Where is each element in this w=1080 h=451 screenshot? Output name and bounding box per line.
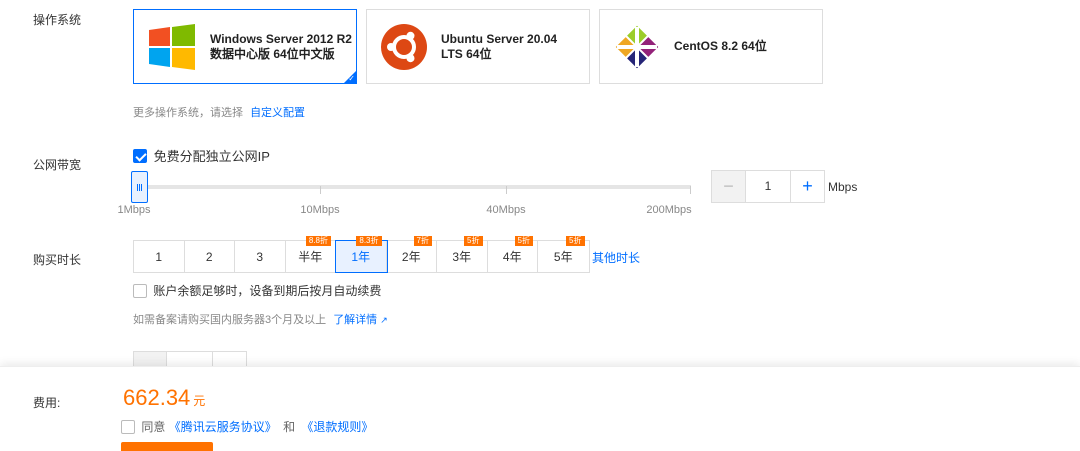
- os-name: Ubuntu Server 20.04 LTS 64位: [441, 31, 558, 61]
- public-ip-label: 免费分配独立公网IP: [153, 149, 270, 164]
- os-name: Windows Server 2012 R2 数据中心版 64位中文版: [210, 31, 352, 61]
- windows-icon: [148, 23, 196, 70]
- duration-label: 购买时长: [33, 253, 82, 267]
- grip-icon: [137, 184, 142, 191]
- bandwidth-stepper: − 1 +: [711, 170, 825, 203]
- fee-label: 费用:: [33, 396, 61, 410]
- agreement-row: 同意 《腾讯云服务协议》 和 《退款规则》: [121, 418, 373, 435]
- service-agreement-link[interactable]: 《腾讯云服务协议》: [169, 420, 277, 434]
- slider-tick: [506, 186, 507, 194]
- slider-tick-label: 1Mbps: [117, 204, 151, 216]
- duration-option-label: 半年: [298, 250, 323, 264]
- auto-renew-checkbox[interactable]: [133, 283, 147, 298]
- os-hint-text: 更多操作系统，请选择: [133, 107, 243, 119]
- discount-badge: 8.8折: [305, 236, 331, 246]
- learn-more-label: 了解详情: [333, 314, 378, 326]
- price-display: 662.34 元: [123, 385, 205, 411]
- learn-more-link[interactable]: 了解详情 ↗: [333, 314, 388, 326]
- duration-option[interactable]: 5折 3年: [437, 236, 488, 272]
- external-link-icon: ↗: [380, 315, 388, 325]
- duration-option-label: 4年: [502, 250, 522, 264]
- other-duration-link[interactable]: 其他时长: [592, 249, 640, 266]
- duration-option-label: 2年: [401, 250, 421, 264]
- duration-option-label: 3年: [452, 250, 472, 264]
- duration-option-label: 1年: [351, 250, 371, 264]
- duration-option-label: 2: [205, 249, 213, 264]
- duration-option[interactable]: 5折 4年: [487, 236, 538, 272]
- duration-option-label: 1: [155, 249, 163, 264]
- price-unit: 元: [193, 394, 206, 408]
- and-text: 和: [283, 420, 296, 434]
- discount-badge: 7折: [413, 236, 432, 246]
- centos-icon: [614, 24, 660, 70]
- bandwidth-slider-handle[interactable]: [131, 171, 148, 203]
- slider-tick: [320, 186, 321, 194]
- os-card-windows[interactable]: Windows Server 2012 R2 数据中心版 64位中文版 ✓: [133, 9, 357, 84]
- agree-text: 同意: [141, 420, 166, 434]
- slider-tick-label: 40Mbps: [486, 204, 526, 216]
- check-icon: ✓: [348, 74, 355, 83]
- duration-option[interactable]: 8.8折半年: [285, 236, 336, 272]
- public-ip-checkbox[interactable]: [133, 148, 147, 163]
- bandwidth-slider-track[interactable]: [133, 185, 691, 189]
- ubuntu-icon: [381, 23, 427, 70]
- agreement-checkbox[interactable]: [121, 419, 135, 434]
- discount-badge: 8.3折: [356, 236, 382, 246]
- slider-tick: [690, 186, 691, 194]
- duration-option-label: 5年: [553, 250, 573, 264]
- duration-option-label: 3: [256, 249, 264, 264]
- decrement-button[interactable]: −: [712, 171, 745, 202]
- increment-button[interactable]: +: [791, 171, 824, 202]
- public-ip-checkbox-row[interactable]: 免费分配独立公网IP: [133, 146, 270, 165]
- duration-option[interactable]: 1: [134, 241, 185, 272]
- price-value: 662.34: [123, 385, 191, 410]
- custom-config-link[interactable]: 自定义配置: [250, 107, 305, 119]
- os-name: CentOS 8.2 64位: [674, 39, 767, 53]
- duration-option-selected[interactable]: 8.3折 1年: [335, 236, 388, 273]
- bandwidth-label: 公网带宽: [33, 158, 82, 172]
- slider-tick-label: 200Mbps: [646, 204, 692, 216]
- buy-button[interactable]: [121, 442, 213, 451]
- duration-option[interactable]: 2: [184, 241, 235, 272]
- duration-option[interactable]: 3: [235, 241, 286, 272]
- os-hint: 更多操作系统，请选择 自定义配置: [133, 104, 305, 120]
- duration-option[interactable]: 7折 2年: [386, 236, 437, 272]
- bandwidth-unit: Mbps: [828, 180, 858, 194]
- auto-renew-label: 账户余额足够时，设备到期后按月自动续费: [153, 284, 382, 298]
- os-label: 操作系统: [33, 13, 82, 27]
- duration-options: 1 2 3 8.8折 半年 8.3折 1年 7折 2年 5折 3年 5折 4年 5折 5年: [133, 236, 590, 273]
- duration-option[interactable]: 5折 5年: [538, 236, 589, 272]
- discount-badge: 5折: [566, 236, 585, 246]
- discount-badge: 5折: [514, 236, 533, 246]
- filing-hint: 如需备案请购买国内服务器3个月及以上 了解详情 ↗: [133, 311, 388, 327]
- refund-policy-link[interactable]: 《退款规则》: [301, 420, 373, 434]
- os-card-centos[interactable]: CentOS 8.2 64位: [599, 9, 823, 84]
- slider-tick-label: 10Mbps: [300, 204, 340, 216]
- auto-renew-row[interactable]: 账户余额足够时，设备到期后按月自动续费: [133, 282, 381, 299]
- filing-hint-text: 如需备案请购买国内服务器3个月及以上: [133, 314, 327, 326]
- bandwidth-input[interactable]: 1: [745, 171, 791, 202]
- os-card-ubuntu[interactable]: Ubuntu Server 20.04 LTS 64位: [366, 9, 590, 84]
- checkout-bar: 费用: 662.34 元 同意 《腾讯云服务协议》 和 《退款规则》: [0, 366, 1080, 451]
- discount-badge: 5折: [464, 236, 483, 246]
